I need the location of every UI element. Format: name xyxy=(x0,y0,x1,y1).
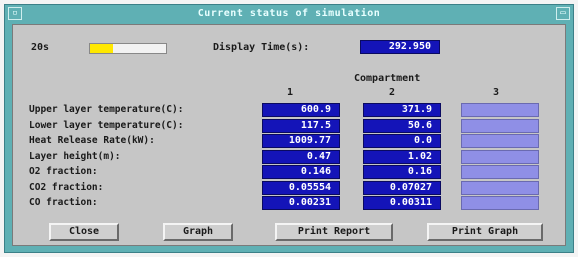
value-field-compartment-3 xyxy=(461,196,539,210)
value-field-compartment-2: 0.0 xyxy=(363,134,441,148)
row-label: CO2 fraction: xyxy=(29,182,104,193)
status-panel: 20s Display Time(s): 292.950 Compartment… xyxy=(12,24,566,246)
value-field-compartment-2: 0.16 xyxy=(363,165,441,179)
value-field-compartment-3 xyxy=(461,165,539,179)
value-field-compartment-2: 371.9 xyxy=(363,103,441,117)
row-label: O2 fraction: xyxy=(29,166,98,177)
value-field-compartment-3 xyxy=(461,150,539,164)
close-button[interactable]: Close xyxy=(49,223,119,241)
row-label: Heat Release Rate(kW): xyxy=(29,135,155,146)
value-field-compartment-3 xyxy=(461,181,539,195)
value-field-compartment-1: 0.00231 xyxy=(262,196,340,210)
title-bar[interactable]: ▫ Current status of simulation ▭ xyxy=(5,5,573,22)
value-field-compartment-1: 1009.77 xyxy=(262,134,340,148)
row-label: Layer height(m): xyxy=(29,151,121,162)
value-field-compartment-3 xyxy=(461,134,539,148)
value-field-compartment-1: 0.05554 xyxy=(262,181,340,195)
value-field-compartment-2: 0.07027 xyxy=(363,181,441,195)
simulation-window: ▫ Current status of simulation ▭ 20s Dis… xyxy=(4,4,574,253)
row-label: CO fraction: xyxy=(29,197,98,208)
value-field-compartment-2: 0.00311 xyxy=(363,196,441,210)
elapsed-label: 20s xyxy=(31,42,50,53)
display-time-label: Display Time(s): xyxy=(213,42,310,53)
value-field-compartment-2: 1.02 xyxy=(363,150,441,164)
display-time-field: 292.950 xyxy=(360,40,440,54)
value-field-compartment-3 xyxy=(461,119,539,133)
value-field-compartment-2: 50.6 xyxy=(363,119,441,133)
print-report-button[interactable]: Print Report xyxy=(275,223,393,241)
progress-fill xyxy=(90,44,113,53)
window-menu-icon[interactable]: ▫ xyxy=(8,7,22,20)
graph-button[interactable]: Graph xyxy=(163,223,233,241)
value-field-compartment-1: 0.146 xyxy=(262,165,340,179)
compartment-2-header: 2 xyxy=(389,87,396,98)
value-field-compartment-1: 600.9 xyxy=(262,103,340,117)
compartment-1-header: 1 xyxy=(287,87,294,98)
value-field-compartment-3 xyxy=(461,103,539,117)
row-label: Lower layer temperature(C): xyxy=(29,120,184,131)
maximize-icon[interactable]: ▭ xyxy=(556,7,570,20)
progress-bar xyxy=(89,43,167,54)
window-title: Current status of simulation xyxy=(197,8,381,19)
row-label: Upper layer temperature(C): xyxy=(29,104,184,115)
compartment-3-header: 3 xyxy=(493,87,500,98)
value-field-compartment-1: 0.47 xyxy=(262,150,340,164)
compartment-header: Compartment xyxy=(354,73,421,84)
value-field-compartment-1: 117.5 xyxy=(262,119,340,133)
print-graph-button[interactable]: Print Graph xyxy=(427,223,543,241)
